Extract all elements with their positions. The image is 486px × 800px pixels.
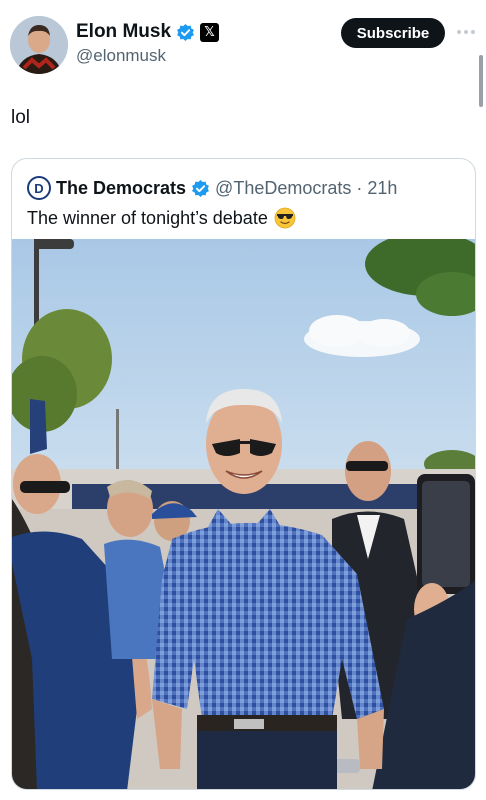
verified-icon — [191, 179, 210, 198]
author-handle[interactable]: @elonmusk — [76, 46, 166, 66]
more-options-icon[interactable] — [455, 24, 477, 40]
quoted-post-header: D The Democrats @TheDemocrats · 21h — [27, 176, 397, 200]
quoted-post-text: The winner of tonight’s debate — [27, 207, 296, 229]
author-name[interactable]: Elon Musk — [76, 21, 171, 43]
avatar[interactable] — [10, 16, 68, 74]
sunglasses-emoji-icon — [274, 207, 296, 229]
x-badge-icon: 𝕏 — [200, 22, 220, 42]
quoted-author-name[interactable]: The Democrats — [56, 178, 186, 199]
author-name-row: Elon Musk 𝕏 — [76, 21, 220, 43]
quoted-author-handle[interactable]: @TheDemocrats — [215, 178, 351, 199]
democrats-logo-icon: D — [27, 176, 51, 200]
quoted-post-text-content: The winner of tonight’s debate — [27, 207, 268, 228]
post-text: lol — [11, 107, 31, 128]
verified-icon — [176, 23, 195, 42]
quoted-timestamp[interactable]: 21h — [367, 178, 397, 199]
scroll-indicator[interactable] — [479, 55, 483, 107]
quoted-post-photo[interactable] — [12, 239, 475, 789]
post-header: Elon Musk 𝕏 @elonmusk Subscribe — [0, 0, 486, 107]
quoted-post-card[interactable]: D The Democrats @TheDemocrats · 21h The … — [11, 158, 476, 790]
timestamp-separator: · — [356, 177, 363, 198]
subscribe-button[interactable]: Subscribe — [341, 18, 445, 48]
